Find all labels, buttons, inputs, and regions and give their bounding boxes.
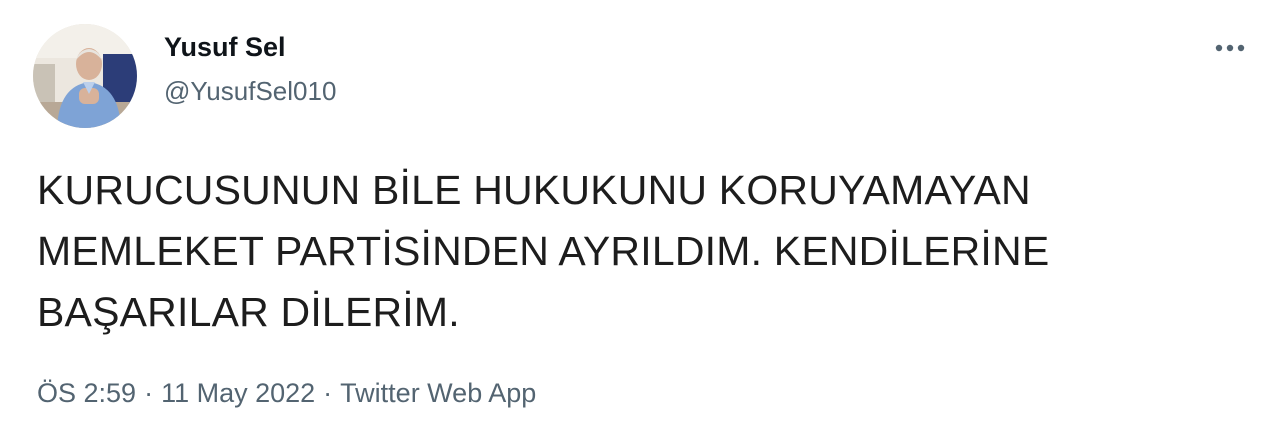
tweet-date[interactable]: 11 May 2022	[161, 378, 315, 408]
separator: ·	[144, 378, 154, 408]
separator: ·	[323, 378, 333, 408]
tweet-time[interactable]: ÖS 2:59	[37, 378, 136, 408]
avatar[interactable]	[33, 24, 137, 128]
user-handle[interactable]: @YusufSel010	[164, 74, 336, 108]
tweet-text: KURUCUSUNUN BİLE HUKUKUNU KORUYAMAYAN ME…	[37, 167, 1050, 335]
profile-photo-icon	[33, 24, 137, 128]
tweet-source[interactable]: Twitter Web App	[340, 378, 536, 408]
display-name[interactable]: Yusuf Sel	[164, 30, 336, 64]
tweet-metadata: ÖS 2:59 · 11 May 2022 · Twitter Web App	[37, 376, 536, 410]
tweet-author: Yusuf Sel @YusufSel010	[164, 30, 336, 108]
tweet-card: Yusuf Sel @YusufSel010 KURUCUSUNUN BİLE …	[0, 0, 1280, 439]
more-options-button[interactable]	[1206, 32, 1254, 64]
more-options-icon	[1215, 44, 1245, 52]
